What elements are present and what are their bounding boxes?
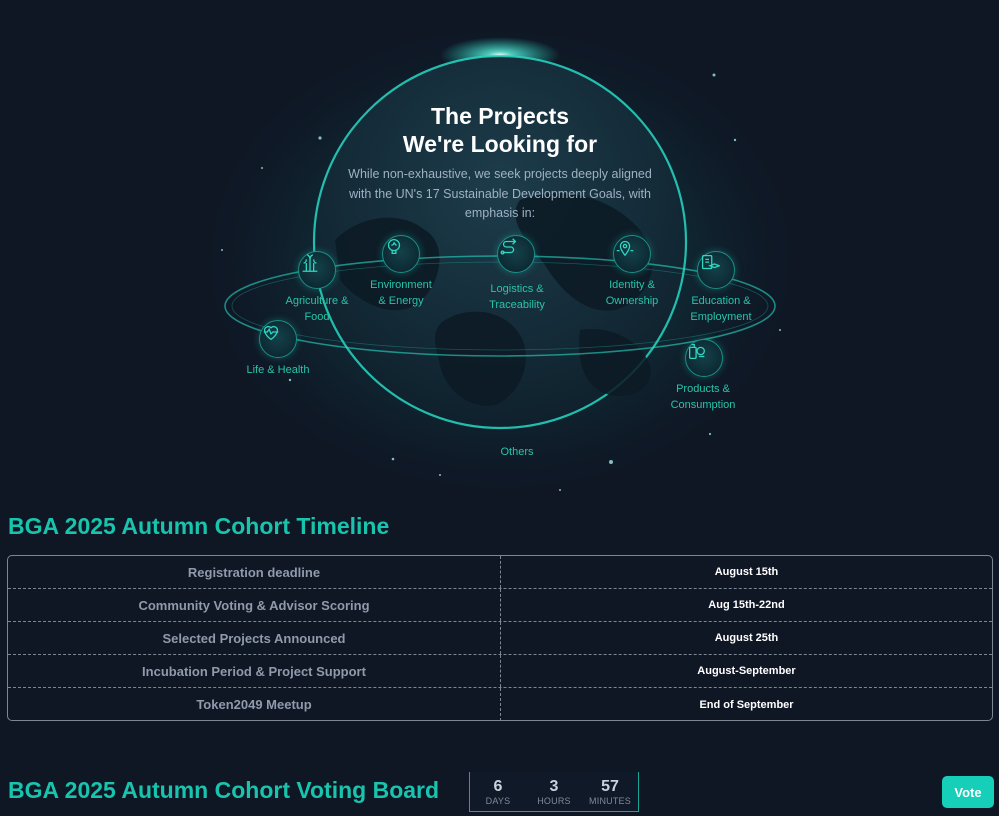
leaf-bulb-icon bbox=[382, 235, 420, 273]
countdown-hours: 3 HOURS bbox=[529, 778, 579, 806]
countdown-minutes-label: MINUTES bbox=[589, 795, 631, 806]
graduation-cap-icon bbox=[697, 251, 735, 289]
category-environment: Environment & Energy bbox=[370, 279, 432, 307]
countdown-days-label: DAYS bbox=[485, 795, 511, 806]
category-life-health: Life & Health bbox=[246, 364, 310, 376]
timeline-table: Registration deadline August 15th Commun… bbox=[7, 555, 993, 721]
heartbeat-icon bbox=[259, 320, 297, 358]
table-row: Community Voting & Advisor Scoring Aug 1… bbox=[8, 589, 992, 622]
wheat-icon bbox=[298, 251, 336, 289]
countdown-days: 6 DAYS bbox=[473, 778, 523, 806]
timeline-date: Aug 15th-22nd bbox=[708, 599, 785, 611]
countdown-days-value: 6 bbox=[493, 777, 503, 795]
shopping-products-icon bbox=[685, 339, 723, 377]
timeline-date: August-September bbox=[697, 665, 796, 677]
category-products: Products & Consumption bbox=[670, 383, 736, 411]
timeline-event: Registration deadline bbox=[8, 556, 501, 588]
table-row: Token2049 Meetup End of September bbox=[8, 688, 992, 720]
timeline-date: August 25th bbox=[714, 632, 779, 644]
timeline-event: Incubation Period & Project Support bbox=[8, 655, 501, 687]
countdown-minutes-value: 57 bbox=[601, 777, 619, 795]
timeline-event: Community Voting & Advisor Scoring bbox=[8, 589, 501, 621]
timeline-event: Token2049 Meetup bbox=[8, 688, 501, 720]
category-logistics: Logistics & Traceability bbox=[489, 283, 545, 311]
timeline-title: BGA 2025 Autumn Cohort Timeline bbox=[8, 513, 390, 539]
hero-description: While non-exhaustive, we seek projects d… bbox=[348, 167, 652, 220]
timeline-event: Selected Projects Announced bbox=[8, 622, 501, 654]
table-row: Selected Projects Announced August 25th bbox=[8, 622, 992, 655]
table-row: Registration deadline August 15th bbox=[8, 556, 992, 589]
countdown-minutes: 57 MINUTES bbox=[585, 778, 635, 806]
timeline-date: August 15th bbox=[714, 566, 779, 578]
voting-board-title: BGA 2025 Autumn Cohort Voting Board bbox=[8, 777, 440, 803]
route-icon bbox=[497, 235, 535, 273]
table-row: Incubation Period & Project Support Augu… bbox=[8, 655, 992, 688]
timeline-date: End of September bbox=[699, 698, 794, 711]
countdown-timer: 6 DAYS 3 HOURS 57 MINUTES bbox=[469, 772, 639, 812]
countdown-hours-value: 3 bbox=[549, 777, 559, 795]
category-others: Others bbox=[500, 446, 534, 458]
vote-button[interactable]: Vote bbox=[942, 776, 994, 808]
location-pin-icon bbox=[613, 235, 651, 273]
hero-title: The Projects We're Looking for bbox=[402, 103, 598, 157]
category-education: Education & Employment bbox=[690, 295, 752, 323]
countdown-hours-label: HOURS bbox=[537, 795, 571, 806]
hero-section: The Projects We're Looking for While non… bbox=[0, 0, 999, 510]
